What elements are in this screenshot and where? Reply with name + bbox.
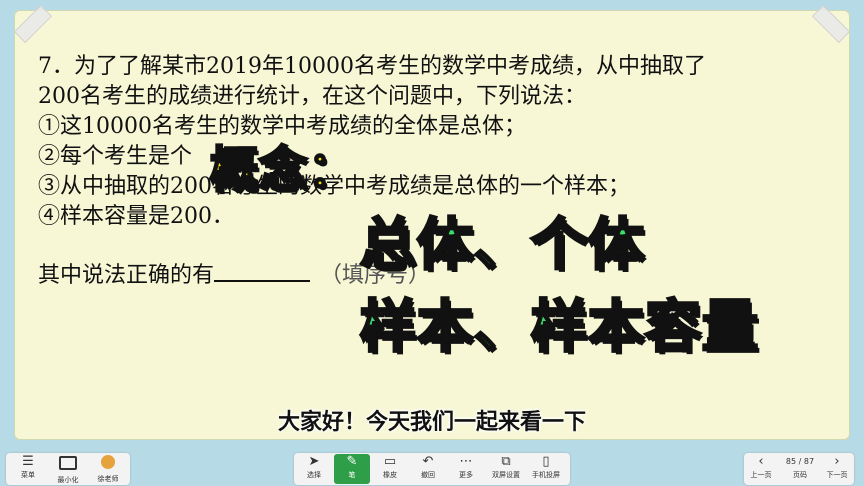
eraser-tool-button[interactable]: ▭ 橡皮 xyxy=(372,454,408,484)
answer-blank xyxy=(214,258,311,282)
split-screen-icon: ⧉ xyxy=(501,454,511,469)
more-icon: ⋯ xyxy=(459,454,473,469)
question-prefix: 其中说法正确的有 xyxy=(38,263,215,288)
tape-decoration xyxy=(811,4,851,44)
problem-line: 7．为了了解某市2019年10000名考生的数学中考成绩，从中抽取了 xyxy=(38,54,706,79)
undo-button[interactable]: ↶ 撤回 xyxy=(410,454,446,484)
select-cursor-icon: ➤ xyxy=(308,454,320,469)
tape-decoration xyxy=(13,4,53,44)
teacher-avatar-icon xyxy=(90,454,126,474)
prev-page-button[interactable]: ‹ 上一页 xyxy=(746,454,776,484)
menu-icon: ☰ xyxy=(22,454,34,469)
chevron-left-icon: ‹ xyxy=(758,454,764,469)
teacher-profile-button[interactable]: 徐老师 xyxy=(90,454,126,484)
menu-button[interactable]: ☰ 菜单 xyxy=(10,454,46,484)
minimize-button[interactable]: 最小化 xyxy=(50,454,86,484)
terms-line-2: 样本、样本容量 xyxy=(359,294,760,362)
statement-2: ②每个考生是个 xyxy=(38,144,193,169)
page-navigator: ‹ 上一页 85 / 87 页码 › 下一页 xyxy=(744,453,854,485)
next-page-button[interactable]: › 下一页 xyxy=(822,454,852,484)
statement-3: ③从中抽取的200名考生的数学中考成绩是总体的一个样本； xyxy=(38,174,630,199)
statement-1: ①这10000名考生的数学中考成绩的全体是总体； xyxy=(38,114,526,139)
minimize-icon xyxy=(50,454,86,475)
pen-icon: ✎ xyxy=(346,454,358,469)
page-indicator: 85 / 87 xyxy=(785,457,815,466)
chevron-right-icon: › xyxy=(834,454,840,469)
select-tool-button[interactable]: ➤ 选择 xyxy=(296,454,332,484)
split-screen-button[interactable]: ⧉ 双屏设置 xyxy=(488,454,524,484)
page-indicator-button[interactable]: 85 / 87 页码 xyxy=(782,454,818,484)
bottom-toolbar: ☰ 菜单 最小化 徐老师 ➤ 选择 ✎ 笔 ▭ 橡皮 ↶ 撤回 ⋯ 更多 ⧉ 双… xyxy=(0,452,864,486)
phone-cast-icon: ▯ xyxy=(542,454,550,469)
pen-tool-button[interactable]: ✎ 笔 xyxy=(334,454,370,484)
terms-line-1: 总体、个体 xyxy=(359,212,646,280)
eraser-icon: ▭ xyxy=(383,454,397,469)
problem-line: 200名考生的成绩进行统计，在这个问题中，下列说法： xyxy=(38,84,586,109)
left-tray: ☰ 菜单 最小化 徐老师 xyxy=(6,453,130,485)
drawing-tools: ➤ 选择 ✎ 笔 ▭ 橡皮 ↶ 撤回 ⋯ 更多 ⧉ 双屏设置 ▯ 手机投屏 xyxy=(294,453,570,485)
video-subtitle: 大家好！今天我们一起来看一下 xyxy=(277,410,586,435)
undo-icon: ↶ xyxy=(422,454,434,469)
phone-cast-button[interactable]: ▯ 手机投屏 xyxy=(528,454,564,484)
more-button[interactable]: ⋯ 更多 xyxy=(448,454,484,484)
concept-heading: 概念： xyxy=(208,141,358,200)
